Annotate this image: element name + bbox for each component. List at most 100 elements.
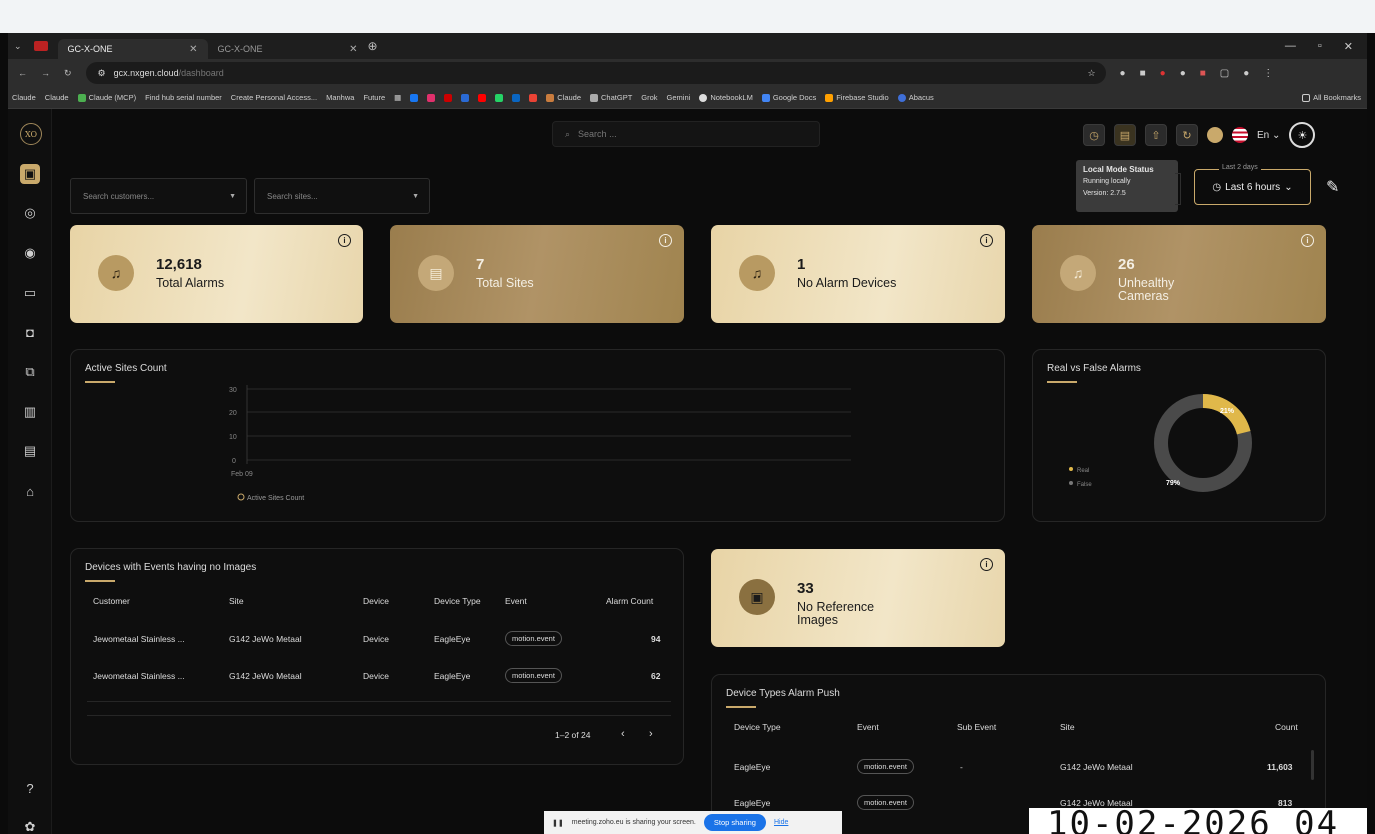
forward-icon[interactable]: → [41, 68, 50, 78]
gear-icon[interactable]: ✿ [20, 817, 40, 834]
url-field[interactable]: ⚙ gcx.nxgen.cloud/dashboard ☆ [85, 62, 1106, 84]
us-flag-icon[interactable] [1232, 127, 1248, 143]
sidebar-item-camera-icon[interactable]: ▭ [20, 283, 40, 303]
language-select[interactable]: En ⌄ [1257, 130, 1280, 141]
scrollbar[interactable] [1311, 750, 1314, 780]
bookmark-linkedin-icon[interactable] [512, 93, 521, 102]
unhealthy-cameras-card[interactable]: ♫ 26 Unhealthy Cameras i [1032, 225, 1326, 323]
stop-sharing-button[interactable]: Stop sharing [703, 814, 766, 831]
sidebar-item-dashboard-icon[interactable]: ▣ [20, 164, 40, 184]
extension-icon[interactable]: ● [1160, 68, 1166, 79]
bookmark-facebook-icon[interactable] [410, 93, 419, 102]
bookmark-pin-icon[interactable] [444, 93, 453, 102]
back-icon[interactable]: ← [18, 68, 27, 78]
prev-page-icon[interactable]: ‹ [621, 728, 625, 740]
theme-toggle-icon[interactable]: ☀ [1289, 122, 1316, 148]
bookmark[interactable]: Manhwa [326, 93, 354, 102]
bookmark-gmail-icon[interactable] [529, 93, 538, 102]
column-header[interactable]: Count [1275, 722, 1298, 732]
bookmark[interactable]: Gemini [667, 93, 691, 102]
column-header[interactable]: Site [1060, 722, 1075, 732]
site-select[interactable]: Search sites... ▼ [254, 178, 430, 214]
bookmark-youtube-icon[interactable] [478, 93, 487, 102]
no-reference-images-card[interactable]: ▣ 33 No Reference Images i [711, 549, 1005, 647]
history-icon[interactable]: ◷ [1083, 124, 1105, 146]
sidebar-item-map-icon[interactable]: ▥ [20, 402, 40, 422]
tooltip-version: Version: 2.7.5 [1083, 190, 1126, 197]
maximize-icon[interactable]: ▫ [1318, 40, 1322, 53]
profile-icon[interactable]: ● [1243, 68, 1249, 79]
sidebar-item-presentation-icon[interactable]: ▤ [20, 441, 40, 461]
extension-icon[interactable]: ● [1120, 68, 1126, 79]
bookmark[interactable]: Grok [641, 93, 657, 102]
column-header[interactable]: Alarm Count [606, 596, 653, 606]
bookmark-icon[interactable] [495, 93, 504, 102]
sidebar-item-bag-icon[interactable]: ⌂ [20, 481, 40, 501]
extension-icon[interactable]: ■ [1140, 68, 1146, 79]
column-header[interactable]: Event [505, 596, 527, 606]
refresh-icon[interactable]: ↻ [1176, 124, 1198, 146]
bookmark[interactable]: Abacus [897, 93, 934, 102]
bookmark[interactable]: Claude (MCP) [77, 93, 136, 102]
bookmark[interactable]: Google Docs [761, 93, 816, 102]
menu-icon[interactable]: ⋮ [1263, 68, 1273, 79]
bookmark-icon[interactable] [461, 93, 470, 102]
sidebar-item-settings-icon[interactable]: ◉ [20, 243, 40, 263]
site-info-icon[interactable]: ⚙ [98, 68, 106, 79]
reload-icon[interactable]: ↻ [64, 68, 72, 79]
sidebar-item-monitoring-icon[interactable]: ◎ [20, 203, 40, 223]
extension-icon[interactable]: ■ [1200, 68, 1206, 79]
bookmark-grid-icon[interactable]: ▦ [394, 93, 401, 102]
local-mode-icon[interactable]: ▤ [1114, 124, 1136, 146]
close-icon[interactable]: ✕ [189, 44, 197, 55]
bookmark[interactable]: Claude [12, 93, 36, 102]
bookmark[interactable]: ChatGPT [590, 93, 632, 102]
bookmark[interactable]: Create Personal Access... [231, 93, 317, 102]
puzzle-icon[interactable]: ▢ [1220, 68, 1229, 79]
column-header[interactable]: Sub Event [957, 722, 996, 732]
sidebar-item-alarms-icon[interactable]: ◘ [20, 322, 40, 342]
bookmark[interactable]: Find hub serial number [145, 93, 222, 102]
user-upload-icon[interactable]: ⇧ [1145, 124, 1167, 146]
bookmark[interactable]: Claude [45, 93, 69, 102]
bookmark[interactable]: Future [363, 93, 385, 102]
all-bookmarks[interactable]: All Bookmarks [1302, 93, 1367, 102]
bookmark[interactable]: NotebookLM [699, 93, 753, 102]
bookmark[interactable]: Firebase Studio [825, 93, 889, 102]
new-tab-icon[interactable]: ⊕ [368, 39, 378, 53]
hide-link[interactable]: Hide [774, 819, 788, 826]
info-icon[interactable]: i [980, 558, 993, 571]
total-alarms-card[interactable]: ♫ 12,618 Total Alarms i [70, 225, 363, 323]
next-page-icon[interactable]: › [649, 728, 653, 740]
info-icon[interactable]: i [980, 234, 993, 247]
tab-gcx-one-1[interactable]: GC-X-ONE ✕ [57, 39, 208, 59]
avatar[interactable] [1207, 127, 1223, 143]
tooltip-status: Running locally [1083, 178, 1131, 185]
customer-select[interactable]: Search customers... ▼ [70, 178, 247, 214]
tab-list-chevron-icon[interactable]: ⌄ [14, 41, 22, 52]
extension-icon[interactable]: ● [1180, 68, 1186, 79]
time-range-select[interactable]: Last 2 days ◷ Last 6 hours ⌄ [1194, 164, 1311, 205]
minimize-icon[interactable]: — [1285, 40, 1296, 53]
edit-pencil-icon[interactable]: ✎ [1326, 177, 1339, 197]
total-sites-card[interactable]: ▤ 7 Total Sites i [390, 225, 684, 323]
no-alarm-devices-card[interactable]: ♫ 1 No Alarm Devices i [711, 225, 1005, 323]
column-header[interactable]: Device [363, 596, 389, 606]
column-header[interactable]: Site [229, 596, 244, 606]
column-header[interactable]: Event [857, 722, 879, 732]
close-icon[interactable]: ✕ [349, 44, 357, 55]
bookmark-star-icon[interactable]: ☆ [1087, 68, 1095, 79]
column-header[interactable]: Customer [93, 596, 130, 606]
info-icon[interactable]: i [338, 234, 351, 247]
bookmark-instagram-icon[interactable] [427, 93, 436, 102]
column-header[interactable]: Device Type [734, 722, 781, 732]
bookmark[interactable]: Claude [546, 93, 581, 102]
info-icon[interactable]: i [659, 234, 672, 247]
sidebar-item-hierarchy-icon[interactable]: ⧉ [20, 362, 40, 382]
help-icon[interactable]: ? [20, 778, 40, 798]
close-window-icon[interactable]: ✕ [1344, 40, 1353, 53]
info-icon[interactable]: i [1301, 234, 1314, 247]
tab-gcx-one-2[interactable]: GC-X-ONE ✕ [208, 39, 368, 59]
search-input[interactable]: ⌕ Search ... [552, 121, 820, 147]
column-header[interactable]: Device Type [434, 596, 481, 606]
